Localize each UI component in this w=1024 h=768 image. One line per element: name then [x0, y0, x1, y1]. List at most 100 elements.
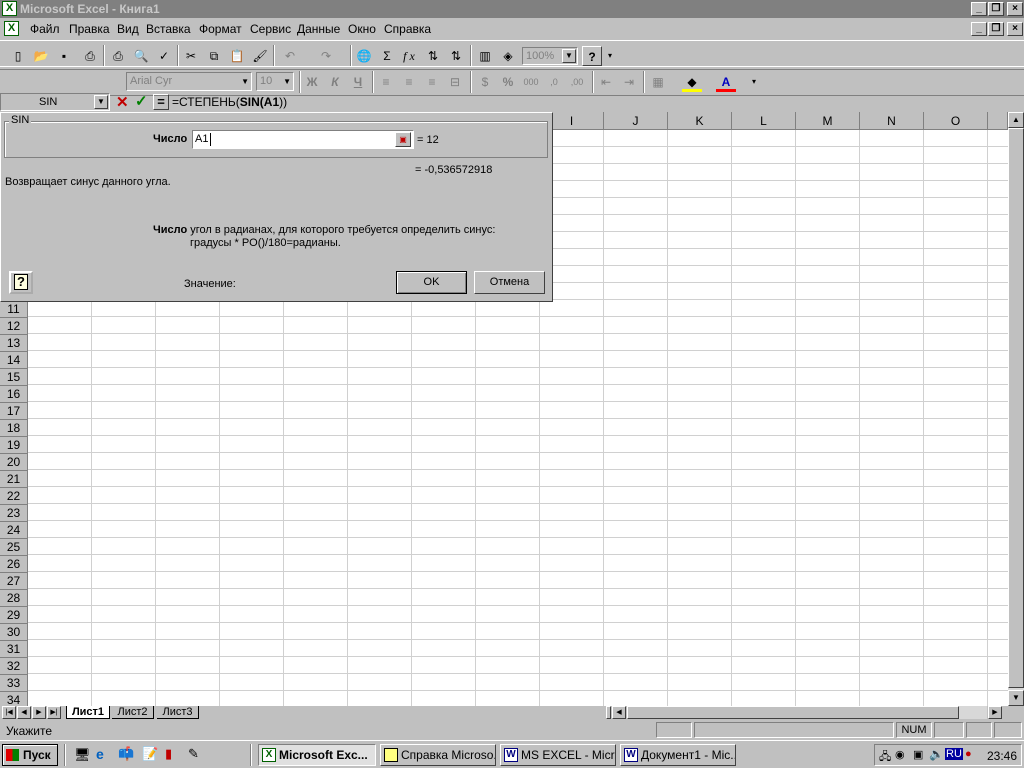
scroll-up-icon[interactable]: ▲	[1008, 112, 1024, 128]
sheet-tab-2[interactable]: Лист2	[112, 706, 154, 719]
row-header[interactable]: 13	[0, 335, 28, 352]
doc-close-button[interactable]: ×	[1007, 22, 1023, 36]
sort-asc-icon[interactable]: ⇅	[423, 46, 443, 66]
menu-help[interactable]: Справка	[384, 22, 431, 36]
copy-icon[interactable]: ⧉	[204, 46, 224, 66]
function-icon[interactable]: f x	[399, 46, 419, 66]
enter-check-icon[interactable]: ✓	[135, 92, 148, 110]
new-icon[interactable]: ▯	[8, 46, 28, 66]
chevron-down-icon[interactable]: ▼	[94, 95, 108, 109]
zoom-select[interactable]: 100% ▼	[522, 47, 578, 65]
column-header-l[interactable]: L	[732, 112, 796, 130]
doc-restore-button[interactable]: ❐	[988, 22, 1004, 36]
row-header[interactable]: 32	[0, 658, 28, 675]
workbook-icon[interactable]: X	[4, 21, 19, 36]
start-button[interactable]: Пуск	[2, 744, 58, 766]
merge-center-icon[interactable]: ⊟	[445, 72, 465, 92]
italic-button[interactable]: К	[325, 72, 345, 92]
menu-format[interactable]: Формат	[199, 22, 242, 36]
thousands-button[interactable]: 000	[521, 72, 541, 92]
spelling-icon[interactable]: ✓	[154, 46, 174, 66]
record-icon[interactable]: ●	[965, 748, 972, 760]
scroll-down-icon[interactable]: ▼	[1008, 690, 1024, 706]
scroll-thumb[interactable]	[1008, 128, 1024, 688]
network-icon[interactable]: 🖧	[879, 748, 891, 767]
size-select[interactable]: 10 ▼	[256, 72, 294, 91]
preview-icon[interactable]: 🔍	[131, 46, 151, 66]
task-word-1[interactable]: W MS EXCEL - Micr...	[500, 744, 616, 766]
sort-desc-icon[interactable]: ⇅	[446, 46, 466, 66]
horizontal-scrollbar[interactable]	[627, 706, 987, 719]
row-header[interactable]: 20	[0, 454, 28, 471]
increase-indent-icon[interactable]: ⇥	[619, 72, 639, 92]
ok-button[interactable]: OK	[396, 271, 467, 294]
print-preview-icon[interactable]: ⎙	[108, 46, 128, 66]
monitor-icon[interactable]: ▣	[913, 748, 923, 761]
row-header[interactable]: 26	[0, 556, 28, 573]
cancel-x-icon[interactable]: ✕	[116, 93, 129, 111]
volume-icon[interactable]: 🔈	[929, 747, 944, 761]
bold-button[interactable]: Ж	[302, 72, 322, 92]
help-icon[interactable]: ?	[582, 46, 602, 66]
task-help[interactable]: Справка Microso...	[380, 744, 496, 766]
prev-sheet-icon[interactable]: ◀	[17, 706, 31, 719]
row-header[interactable]: 24	[0, 522, 28, 539]
name-box[interactable]: SIN ▼	[0, 93, 110, 111]
column-header-k[interactable]: K	[668, 112, 732, 130]
decrease-decimal-icon[interactable]: ,00	[567, 72, 587, 92]
row-header[interactable]: 27	[0, 573, 28, 590]
outlook-icon[interactable]: 📫	[118, 746, 134, 762]
menu-data[interactable]: Данные	[297, 22, 340, 36]
paste-icon[interactable]: 📋	[227, 46, 247, 66]
excel-app-icon[interactable]: X	[2, 1, 17, 16]
row-header[interactable]: 18	[0, 420, 28, 437]
ie-icon[interactable]: e	[96, 746, 104, 762]
menu-window[interactable]: Окно	[348, 22, 376, 36]
notepad-icon[interactable]: 📝	[142, 746, 158, 762]
percent-button[interactable]: %	[498, 72, 518, 92]
row-header[interactable]: 14	[0, 352, 28, 369]
column-header-m[interactable]: M	[796, 112, 860, 130]
edit-formula-button[interactable]: =	[153, 94, 169, 110]
row-header[interactable]: 25	[0, 539, 28, 556]
cut-icon[interactable]: ✂	[181, 46, 201, 66]
font-color-icon[interactable]: A	[716, 72, 736, 92]
sheet-tab-1[interactable]: Лист1	[66, 706, 110, 719]
menu-tools[interactable]: Сервис	[250, 22, 291, 36]
vertical-scrollbar[interactable]: ▲ ▼	[1008, 112, 1024, 706]
minimize-button[interactable]: _	[971, 2, 987, 16]
underline-button[interactable]: Ч	[348, 72, 368, 92]
chevron-down-icon[interactable]: ▼	[283, 77, 291, 86]
row-header[interactable]: 31	[0, 641, 28, 658]
doc-minimize-button[interactable]: _	[971, 22, 987, 36]
menu-insert[interactable]: Вставка	[146, 22, 191, 36]
map-icon[interactable]: ◈	[498, 46, 518, 66]
align-left-icon[interactable]: ≡	[376, 72, 396, 92]
fill-color-icon[interactable]: ◆	[682, 72, 702, 92]
task-word-2[interactable]: W Документ1 - Mic...	[620, 744, 736, 766]
show-desktop-icon[interactable]: 🖥	[74, 747, 91, 763]
collapse-dialog-icon[interactable]: ▣	[395, 132, 411, 147]
column-header-n[interactable]: N	[860, 112, 924, 130]
row-header[interactable]: 16	[0, 386, 28, 403]
row-header[interactable]: 11	[0, 301, 28, 318]
open-icon[interactable]: 📂	[31, 46, 51, 66]
menu-edit[interactable]: Правка	[69, 22, 110, 36]
next-sheet-icon[interactable]: ▶	[32, 706, 46, 719]
arg-input[interactable]: A1 ▣	[192, 130, 414, 149]
last-sheet-icon[interactable]: ▶|	[47, 706, 61, 719]
scroll-left-icon[interactable]: ◀	[612, 706, 626, 719]
formula-input[interactable]: =СТЕПЕНЬ(SIN(A1))	[172, 95, 1022, 111]
language-indicator[interactable]: RU	[945, 748, 963, 760]
first-sheet-icon[interactable]: |◀	[2, 706, 16, 719]
autosum-icon[interactable]: Σ	[377, 46, 397, 66]
align-right-icon[interactable]: ≡	[422, 72, 442, 92]
column-header-p[interactable]	[988, 112, 1008, 130]
currency-icon[interactable]: $	[475, 72, 495, 92]
row-header[interactable]: 28	[0, 590, 28, 607]
format-painter-icon[interactable]: 🖌	[250, 46, 270, 66]
decrease-indent-icon[interactable]: ⇤	[596, 72, 616, 92]
restore-button[interactable]: ❐	[988, 2, 1004, 16]
row-header[interactable]: 34	[0, 692, 28, 706]
undo-icon[interactable]: ↶	[280, 46, 300, 66]
